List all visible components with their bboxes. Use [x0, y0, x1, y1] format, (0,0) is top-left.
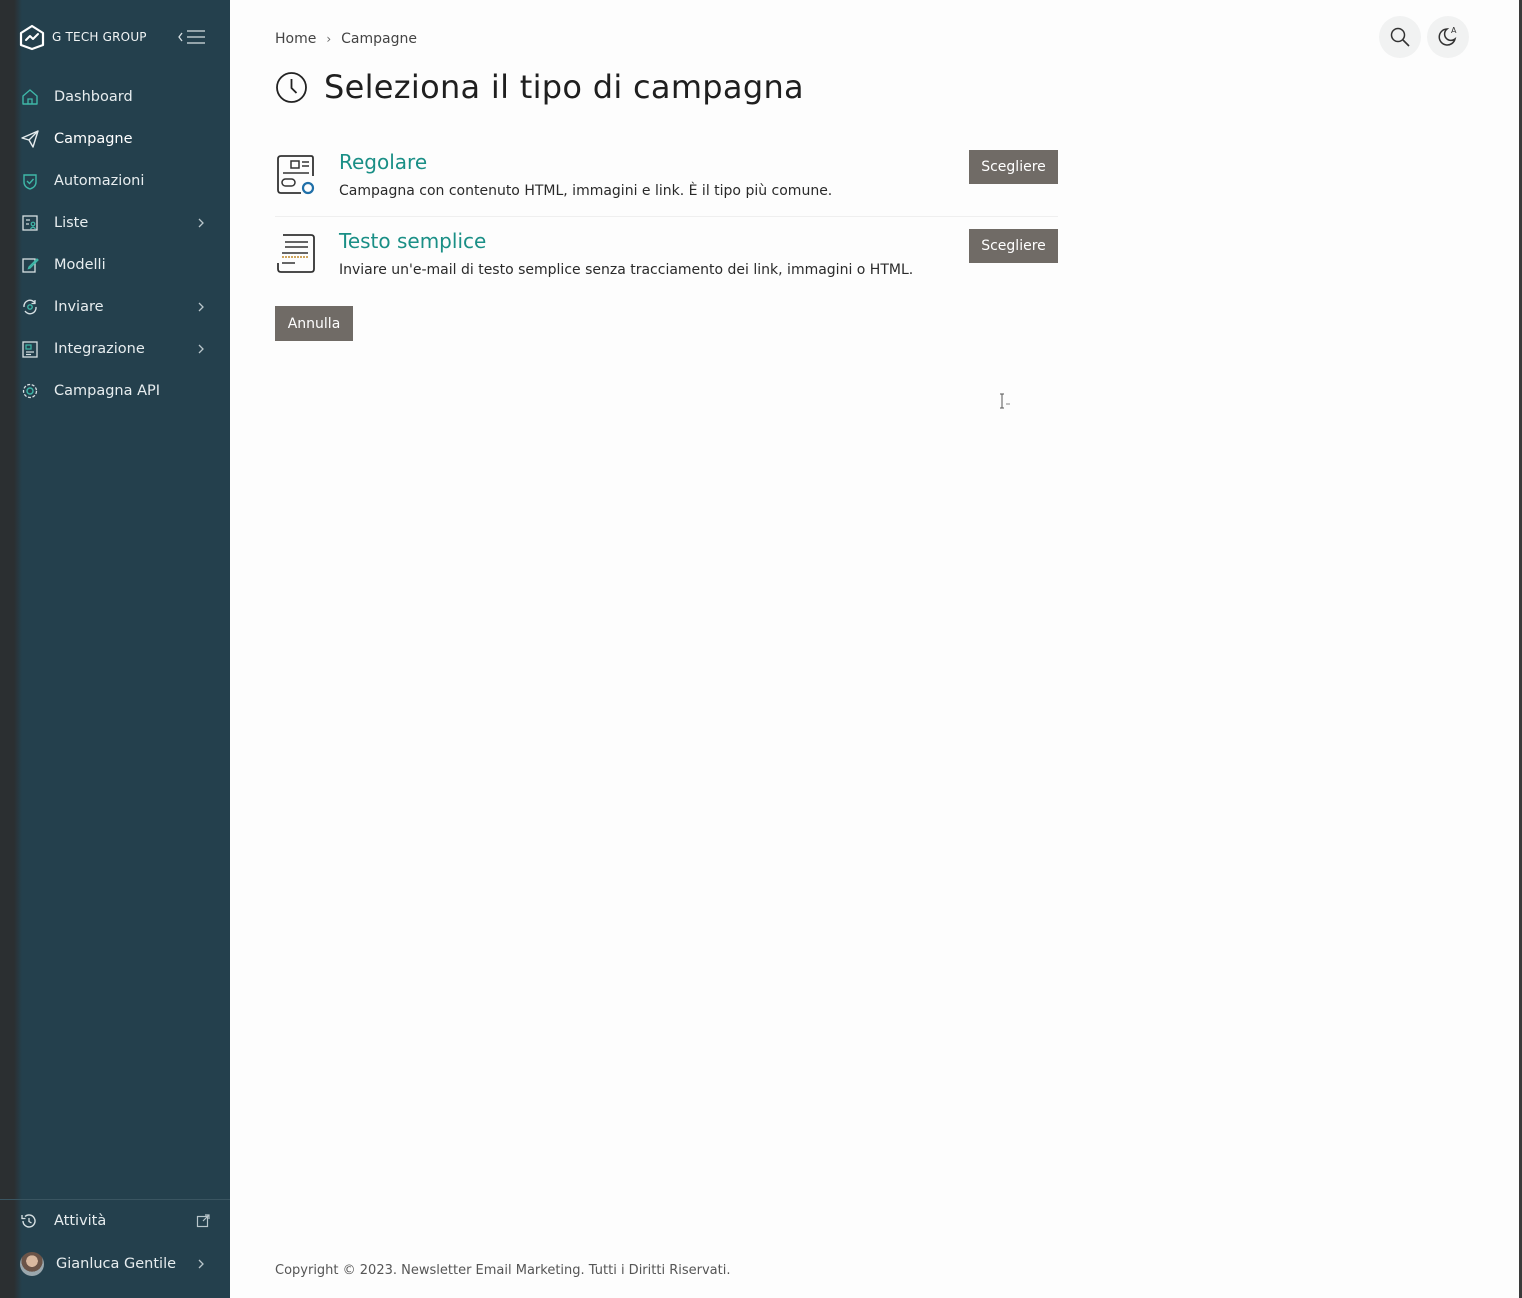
choose-plain-text-button[interactable]: Scegliere: [969, 229, 1058, 263]
sidebar-user[interactable]: Gianluca Gentile: [0, 1244, 230, 1284]
user-name: Gianluca Gentile: [56, 1256, 177, 1272]
option-title-plain-text[interactable]: Testo semplice: [339, 229, 486, 253]
sidebar-nav: Dashboard Campagne Automazioni Liste Mod…: [0, 76, 230, 412]
svg-text:A: A: [1451, 26, 1457, 35]
sidebar-item-inviare[interactable]: Inviare: [0, 286, 230, 328]
sidebar-item-label: Integrazione: [54, 341, 145, 357]
option-description: Inviare un'e-mail di testo semplice senz…: [339, 262, 914, 278]
sidebar-item-label: Attività: [54, 1213, 107, 1229]
integration-icon: [20, 339, 40, 359]
list-user-icon: [20, 213, 40, 233]
moon-auto-icon: A: [1438, 26, 1457, 46]
breadcrumb: Home › Campagne: [275, 31, 417, 47]
search-icon: [1390, 27, 1410, 47]
sidebar-item-label: Automazioni: [54, 173, 145, 189]
clock-icon: [276, 71, 307, 103]
campaign-option-plain-text: Testo semplice Inviare un'e-mail di test…: [275, 229, 1058, 301]
collapse-sidebar-button[interactable]: [176, 26, 208, 48]
refresh-icon: [20, 297, 40, 317]
send-icon: [20, 129, 40, 149]
avatar: [20, 1252, 44, 1276]
option-description: Campagna con contenuto HTML, immagini e …: [339, 183, 833, 199]
sidebar-item-label: Dashboard: [54, 89, 133, 105]
option-divider: [275, 216, 1058, 217]
brand-logo-icon: [19, 24, 45, 51]
gear-icon: [20, 381, 40, 401]
sidebar-item-campagna-api[interactable]: Campagna API: [0, 370, 230, 412]
campaign-option-regular: Regolare Campagna con contenuto HTML, im…: [275, 150, 1058, 222]
text-cursor-icon: [1000, 393, 1010, 409]
page-header: Seleziona il tipo di campagna: [275, 68, 804, 106]
choose-regular-button[interactable]: Scegliere: [969, 150, 1058, 184]
sidebar-item-label: Modelli: [54, 257, 106, 273]
sidebar-item-campagne[interactable]: Campagne: [0, 118, 230, 160]
edit-icon: [20, 255, 40, 275]
shield-check-icon: [20, 171, 40, 191]
sidebar-item-label: Liste: [54, 215, 89, 231]
sidebar: G TECH GROUP Dashboard Campagne Automazi…: [0, 0, 230, 1298]
sidebar-item-attivita[interactable]: Attività: [0, 1201, 230, 1241]
sidebar-item-label: Campagne: [54, 131, 133, 147]
sidebar-item-label: Inviare: [54, 299, 104, 315]
page-title: Seleziona il tipo di campagna: [324, 68, 804, 106]
theme-toggle-button[interactable]: A: [1427, 16, 1469, 58]
sidebar-item-label: Campagna API: [54, 383, 161, 399]
chevron-right-icon: [198, 302, 204, 312]
sidebar-item-automazioni[interactable]: Automazioni: [0, 160, 230, 202]
sidebar-divider: [0, 1199, 230, 1200]
footer-copyright: Copyright © 2023. Newsletter Email Marke…: [275, 1263, 731, 1278]
brand-name: G TECH GROUP: [52, 30, 147, 44]
home-icon: [20, 87, 40, 107]
history-icon: [20, 1212, 40, 1230]
breadcrumb-separator: ›: [326, 32, 332, 46]
plain-text-icon: [277, 234, 315, 273]
search-button[interactable]: [1379, 16, 1421, 58]
external-link-icon[interactable]: [196, 1214, 210, 1228]
breadcrumb-home[interactable]: Home: [275, 31, 316, 47]
sidebar-item-modelli[interactable]: Modelli: [0, 244, 230, 286]
chevron-right-icon: [198, 1259, 204, 1269]
regular-campaign-icon: [277, 155, 315, 195]
cancel-button[interactable]: Annulla: [275, 306, 353, 341]
breadcrumb-current: Campagne: [341, 31, 417, 47]
collapse-menu-icon: [178, 30, 205, 44]
chevron-right-icon: [198, 344, 204, 354]
sidebar-item-liste[interactable]: Liste: [0, 202, 230, 244]
chevron-right-icon: [198, 218, 204, 228]
sidebar-item-integrazione[interactable]: Integrazione: [0, 328, 230, 370]
option-title-regular[interactable]: Regolare: [339, 150, 427, 174]
sidebar-item-dashboard[interactable]: Dashboard: [0, 76, 230, 118]
